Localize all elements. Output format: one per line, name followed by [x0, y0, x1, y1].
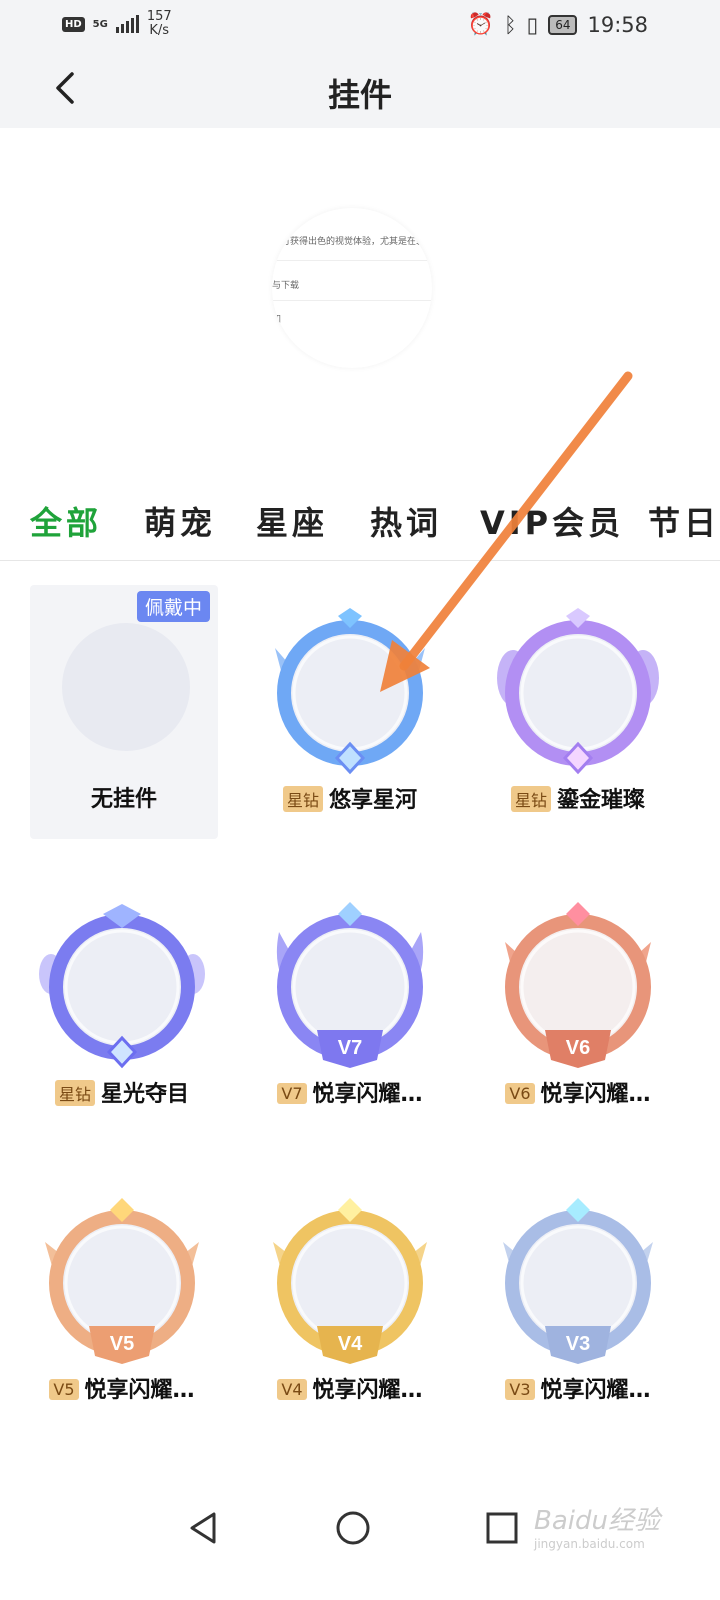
pendant-frame-icon: V5: [45, 1198, 199, 1364]
pendant-frame-icon: V4: [273, 1198, 427, 1364]
frame-ring: [505, 620, 651, 766]
preview-divider: [272, 260, 432, 261]
preview-text: 知: [272, 315, 282, 325]
tab-festival[interactable]: 节日: [648, 498, 720, 544]
hd-icon: HD: [62, 16, 85, 32]
item-name: 星光夺目: [101, 1082, 190, 1107]
network-label: 5G: [92, 18, 108, 30]
item-tag: 星钻: [54, 1080, 95, 1106]
nav-home-icon[interactable]: [333, 1508, 373, 1548]
item-name-row: V4 悦享闪耀…: [236, 1372, 464, 1404]
bluetooth-icon: ᛒ: [504, 12, 517, 37]
empty-avatar: [62, 623, 190, 751]
item-name: 无挂件: [90, 787, 157, 812]
status-left: HD 5G 157 K/s: [62, 10, 172, 38]
item-name-row: 星钻 星光夺目: [8, 1076, 236, 1108]
item-name: 鎏金璀璨: [557, 788, 646, 813]
tab-hot-words[interactable]: 热词: [370, 498, 442, 544]
vibrate-icon: ▯: [526, 12, 539, 37]
item-tag: V5: [49, 1378, 79, 1400]
frame-ring: [277, 620, 423, 766]
item-name-row: V5 悦享闪耀…: [8, 1372, 236, 1404]
watermark-sub: jingyan.baidu.com: [534, 1537, 645, 1551]
baidu-watermark: Baidu经验 jingyan.baidu.com: [534, 1500, 660, 1551]
item-name-row: 星钻 鎏金璀璨: [464, 782, 692, 814]
nav-recents-icon[interactable]: [482, 1508, 522, 1548]
item-tag: V6: [505, 1082, 535, 1104]
frame-level-text: V4: [338, 1333, 363, 1355]
pendant-frame-icon: V3: [503, 1198, 653, 1364]
item-name: 悠享星河: [329, 788, 418, 813]
signal-icon: [115, 15, 139, 33]
item-tag: V7: [277, 1082, 307, 1104]
item-name: 悦享闪耀…: [312, 1378, 423, 1403]
network-speed: 157 K/s: [147, 10, 172, 38]
pendant-frame-icon: [497, 608, 659, 775]
speed-value: 157: [146, 9, 172, 24]
pendant-frame-icon: V7: [276, 902, 424, 1068]
speed-unit: K/s: [149, 23, 170, 38]
page-title: 挂件: [327, 76, 392, 114]
frame-ring: [49, 914, 195, 1060]
frame-level-text: V7: [338, 1037, 362, 1059]
pendant-frame-icon: [39, 904, 205, 1069]
item-name: 悦享闪耀…: [84, 1378, 195, 1403]
item-name-row: V7 悦享闪耀…: [236, 1076, 464, 1108]
preview-text: 与下载: [272, 281, 300, 291]
clock: 19:58: [587, 12, 648, 37]
pendant-frame-icon: V6: [505, 902, 651, 1068]
tab-zodiac[interactable]: 星座: [256, 498, 328, 544]
tab-pets[interactable]: 萌宠: [144, 498, 216, 544]
item-tag: V4: [277, 1378, 307, 1400]
tab-all[interactable]: 全部: [30, 498, 102, 544]
status-bar: HD 5G 157 K/s ⏰ ᛒ ▯ 64 19:58: [0, 0, 720, 50]
battery-icon: 64: [548, 14, 578, 35]
avatar-preview: 式可获得出色的视觉体验，尤其是在弱 与下载 知: [272, 208, 432, 368]
item-name-row: V3 悦享闪耀…: [464, 1372, 692, 1404]
item-tag: V3: [505, 1378, 535, 1400]
item-no-pendant[interactable]: 佩戴中 无挂件: [30, 585, 218, 839]
app-header: 挂件: [0, 50, 720, 128]
item-name: 悦享闪耀…: [540, 1378, 651, 1403]
tab-vip[interactable]: VIP会员: [480, 498, 624, 544]
item-name-row: 星钻 悠享星河: [236, 782, 464, 814]
preview-text: 式可获得出色的视觉体验，尤其是在弱: [272, 237, 426, 247]
watermark-text: Baidu经验: [534, 1506, 660, 1536]
preview-divider: [272, 300, 432, 301]
status-right: ⏰ ᛒ ▯ 64 19:58: [468, 12, 648, 37]
frame-level-text: V5: [110, 1333, 134, 1355]
alarm-icon: ⏰: [467, 12, 495, 36]
item-tag: 星钻: [282, 786, 323, 812]
category-tabs: 全部 萌宠 星座 热词 VIP会员 节日: [0, 490, 720, 561]
item-name: 悦享闪耀…: [540, 1082, 651, 1107]
item-name-row: V6 悦享闪耀…: [464, 1076, 692, 1108]
frame-level-text: V6: [566, 1037, 590, 1059]
item-name: 悦享闪耀…: [312, 1082, 423, 1107]
wearing-badge: 佩戴中: [136, 591, 210, 622]
nav-back-icon[interactable]: [184, 1508, 224, 1548]
frame-level-text: V3: [566, 1333, 590, 1355]
pendant-frame-icon: [275, 608, 425, 775]
item-tag: 星钻: [510, 786, 551, 812]
